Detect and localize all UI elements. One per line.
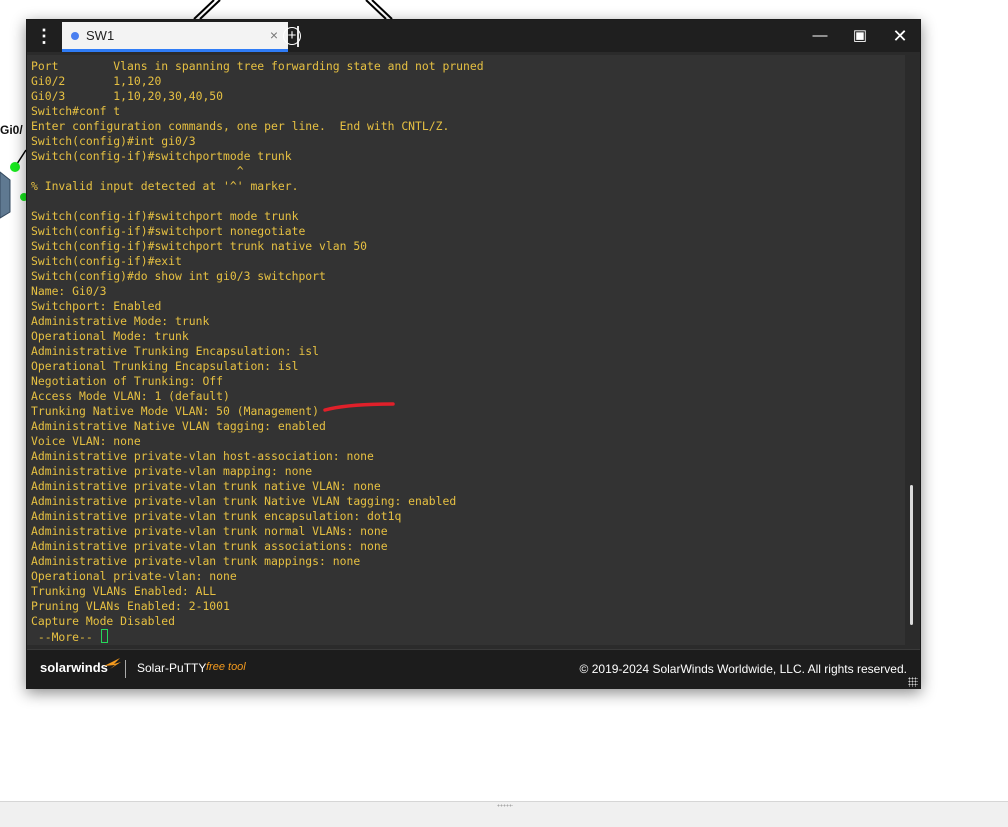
terminal-line: Capture Mode Disabled — [31, 614, 176, 628]
terminal-line: Access Mode VLAN: 1 (default) — [31, 389, 230, 403]
title-bar: ⋮ SW1 × + — ▣ ✕ — [27, 20, 920, 52]
new-tab-button[interactable]: + — [283, 27, 301, 45]
terminal-line: Switch(config-if)#switchport mode trunk — [31, 209, 299, 223]
terminal-line: Switch(config-if)#exit — [31, 254, 182, 268]
footer-bar: solarwinds Solar-PuTTY free tool © 2019-… — [27, 649, 920, 689]
solarwinds-flame-icon — [104, 658, 121, 669]
status-bar — [0, 801, 1008, 827]
maximize-button[interactable]: ▣ — [845, 24, 875, 48]
scrollbar-thumb[interactable] — [910, 485, 913, 625]
footer-divider — [125, 660, 126, 678]
terminal-line: Administrative Trunking Encapsulation: i… — [31, 344, 320, 358]
tab-close-icon[interactable]: × — [270, 27, 278, 43]
terminal-line: Administrative private-vlan trunk encaps… — [31, 509, 402, 523]
solarwinds-logo: solarwinds — [40, 660, 108, 675]
terminal-line: Switch(config-if)#switchport nonegotiate — [31, 224, 306, 238]
terminal-line: ^ — [31, 164, 244, 178]
terminal-scrollbar[interactable] — [907, 55, 919, 645]
terminal-line: Pruning VLANs Enabled: 2-1001 — [31, 599, 230, 613]
terminal-line: Administrative private-vlan mapping: non… — [31, 464, 313, 478]
terminal-line: Switch(config)#do show int gi0/3 switchp… — [31, 269, 326, 283]
terminal-line: Voice VLAN: none — [31, 434, 141, 448]
terminal-line: Administrative private-vlan trunk associ… — [31, 539, 388, 553]
terminal-line: Administrative private-vlan trunk mappin… — [31, 554, 361, 568]
terminal-cursor — [100, 629, 108, 643]
terminal-line: Administrative Native VLAN tagging: enab… — [31, 419, 326, 433]
terminal-line: Switchport: Enabled — [31, 299, 162, 313]
terminal-line: Operational Mode: trunk — [31, 329, 189, 343]
terminal-line: Administrative private-vlan trunk normal… — [31, 524, 388, 538]
red-underline-annotation — [323, 402, 395, 412]
terminal-line: Name: Gi0/3 — [31, 284, 107, 298]
terminal-text: Port Vlans in spanning tree forwarding s… — [27, 55, 905, 645]
free-tool-label: free tool — [206, 661, 246, 673]
close-button[interactable]: ✕ — [885, 24, 915, 48]
terminal-window: ⋮ SW1 × + — ▣ ✕ Port Vlans in spanning t… — [26, 19, 921, 689]
menu-icon[interactable]: ⋮ — [35, 26, 53, 46]
window-resize-handle[interactable] — [908, 677, 918, 687]
terminal-line: --More-- — [31, 630, 100, 644]
terminal-line: Switch(config)#int gi0/3 — [31, 134, 196, 148]
copyright-text: © 2019-2024 SolarWinds Worldwide, LLC. A… — [579, 662, 907, 676]
tab-sw1[interactable]: SW1 × — [62, 22, 288, 52]
terminal-line: Switch(config-if)#switchportmode trunk — [31, 149, 292, 163]
terminal-line: Switch#conf t — [31, 104, 121, 118]
product-name: Solar-PuTTY — [137, 661, 207, 675]
terminal-line: Port Vlans in spanning tree forwarding s… — [31, 59, 484, 73]
terminal-line: Gi0/2 1,10,20 — [31, 74, 162, 88]
terminal-line: Switch(config-if)#switchport trunk nativ… — [31, 239, 368, 253]
terminal-line: Administrative private-vlan trunk Native… — [31, 494, 457, 508]
terminal-line: % Invalid input detected at '^' marker. — [31, 179, 299, 193]
terminal-line: Operational private-vlan: none — [31, 569, 237, 583]
terminal-line: Administrative Mode: trunk — [31, 314, 210, 328]
port-label: Gi0/ — [0, 123, 23, 137]
link-status-dot — [10, 162, 20, 172]
session-status-icon — [71, 32, 79, 40]
terminal-line: Operational Trunking Encapsulation: isl — [31, 359, 299, 373]
minimize-button[interactable]: — — [805, 24, 835, 48]
terminal-line: Trunking Native Mode VLAN: 50 (Managemen… — [31, 404, 320, 418]
terminal-line: Administrative private-vlan trunk native… — [31, 479, 381, 493]
terminal-line: Trunking VLANs Enabled: ALL — [31, 584, 217, 598]
terminal-output[interactable]: Port Vlans in spanning tree forwarding s… — [27, 55, 905, 645]
terminal-line: Enter configuration commands, one per li… — [31, 119, 450, 133]
tab-label: SW1 — [86, 28, 115, 43]
terminal-line: Negotiation of Trunking: Off — [31, 374, 224, 388]
resize-grip-icon[interactable] — [497, 804, 513, 807]
terminal-line: Administrative private-vlan host-associa… — [31, 449, 374, 463]
terminal-line: Gi0/3 1,10,20,30,40,50 — [31, 89, 224, 103]
